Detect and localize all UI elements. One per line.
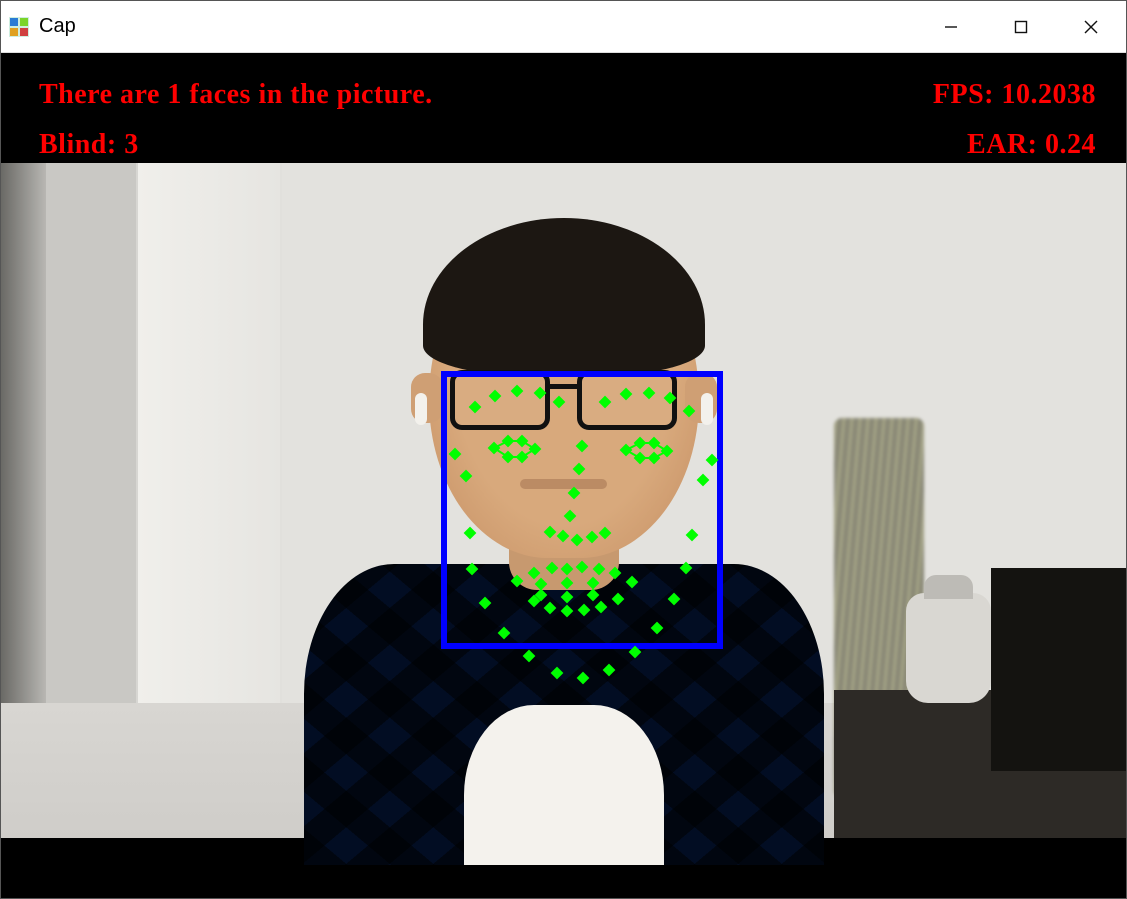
close-button[interactable] [1056,1,1126,52]
maximize-button[interactable] [986,1,1056,52]
eye-contours [1,53,1126,898]
window-titlebar: Cap [1,1,1126,53]
window-controls [916,1,1126,52]
minimize-button[interactable] [916,1,986,52]
window-title: Cap [39,15,916,38]
video-client-area: There are 1 faces in the picture. Blind:… [1,53,1126,898]
app-icon [9,17,29,37]
